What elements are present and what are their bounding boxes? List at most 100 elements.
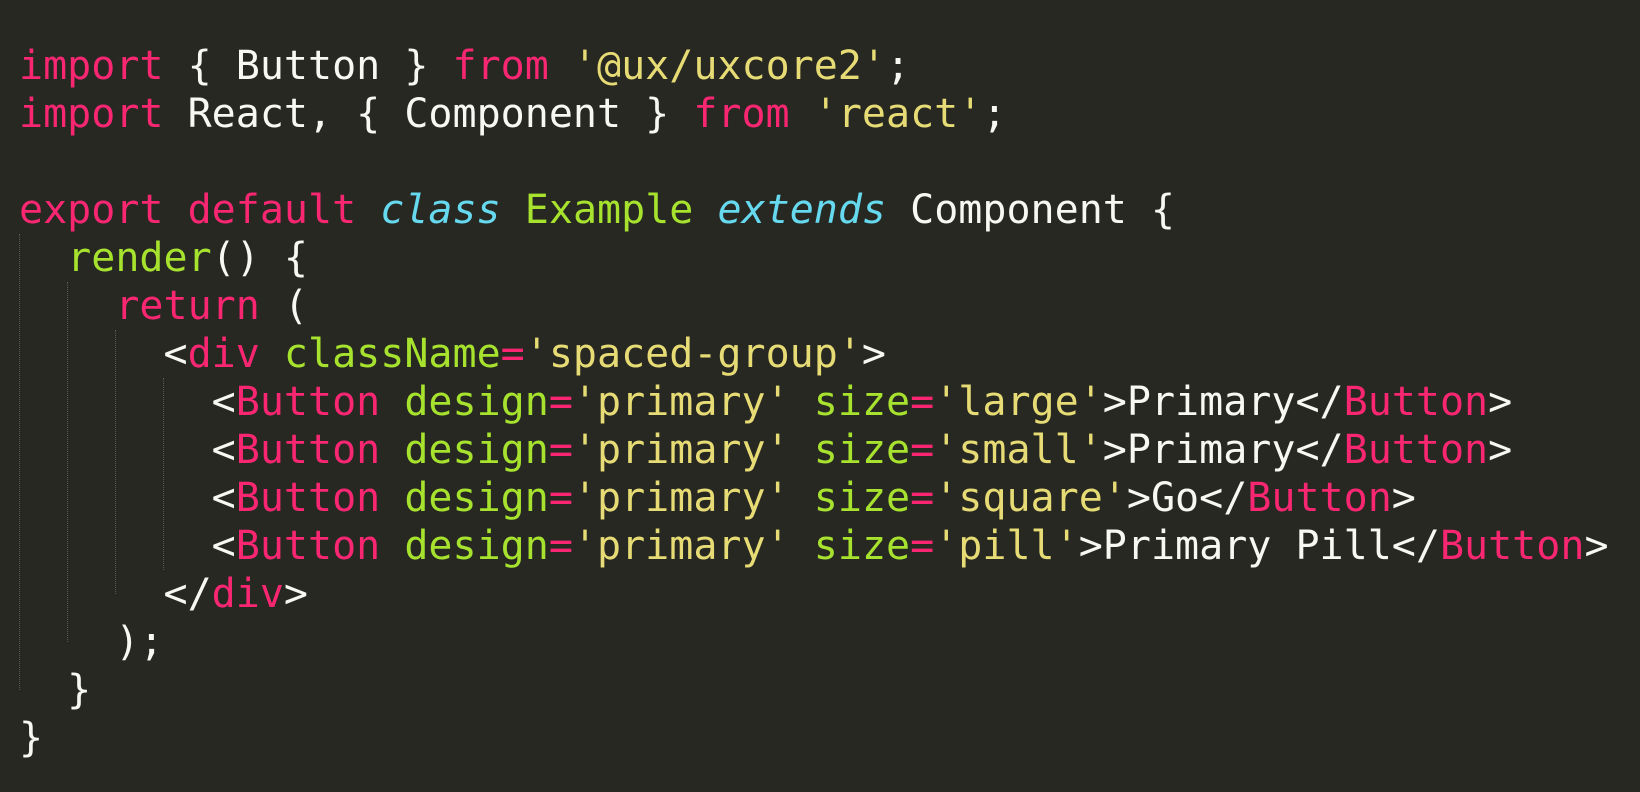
text-token: >Primary</ bbox=[1102, 379, 1344, 425]
indent-guide-level-2 bbox=[67, 282, 68, 642]
text-token: } bbox=[19, 715, 44, 761]
attribute-token: design bbox=[404, 523, 549, 569]
attribute-token: design bbox=[404, 475, 549, 521]
code-line[interactable]: render() { bbox=[19, 234, 1640, 282]
string-token: 'small' bbox=[934, 427, 1103, 473]
keyword-token: = bbox=[548, 475, 573, 521]
tag-name-token: Button bbox=[1343, 427, 1489, 473]
keyword-token: = bbox=[548, 523, 573, 569]
tag-name-token: Button bbox=[235, 523, 381, 569]
string-token: 'react' bbox=[813, 91, 983, 137]
text-token: < bbox=[19, 331, 188, 377]
attribute-token: design bbox=[404, 427, 549, 473]
code-line[interactable]: <Button design='primary' size='large'>Pr… bbox=[19, 378, 1640, 426]
text-token: >Primary Pill</ bbox=[1078, 523, 1440, 569]
code-line[interactable]: <Button design='primary' size='pill'>Pri… bbox=[19, 522, 1640, 570]
code-content[interactable]: import { Button } from '@ux/uxcore2'; imp… bbox=[19, 42, 1640, 762]
keyword-token: from bbox=[693, 91, 790, 137]
attribute-token: className bbox=[283, 331, 501, 377]
code-line[interactable]: <div className='spaced-group'> bbox=[19, 330, 1640, 378]
string-token: 'square' bbox=[934, 475, 1127, 521]
indent-guide-level-3 bbox=[115, 330, 116, 594]
code-line[interactable]: <Button design='primary' size='square'>G… bbox=[19, 474, 1640, 522]
attribute-token: size bbox=[813, 523, 911, 569]
indent-guide-level-1 bbox=[19, 234, 20, 690]
storage-token: extends bbox=[717, 187, 887, 233]
string-token: 'primary' bbox=[572, 523, 790, 569]
tag-name-token: Button bbox=[1247, 475, 1392, 521]
text-token: < bbox=[19, 475, 236, 521]
keyword-token: default bbox=[187, 187, 357, 233]
text-token: > bbox=[1391, 475, 1416, 521]
string-token: '@ux/uxcore2' bbox=[572, 43, 886, 89]
keyword-token: = bbox=[910, 475, 935, 521]
text-token: { Button } bbox=[163, 43, 453, 89]
text-token: () { bbox=[211, 235, 308, 281]
code-line[interactable]: export default class Example extends Com… bbox=[19, 186, 1640, 234]
string-token: 'spaced-group' bbox=[524, 331, 862, 377]
tag-name-token: Button bbox=[235, 379, 381, 425]
attribute-token: size bbox=[813, 379, 911, 425]
code-line[interactable]: </div> bbox=[19, 570, 1640, 618]
text-token: < bbox=[19, 427, 236, 473]
text-token: } bbox=[19, 667, 92, 713]
string-token: 'pill' bbox=[934, 523, 1079, 569]
text-token: >Go</ bbox=[1126, 475, 1248, 521]
keyword-token: = bbox=[548, 379, 573, 425]
keyword-token: export bbox=[19, 187, 164, 233]
code-line[interactable]: import { Button } from '@ux/uxcore2'; bbox=[19, 42, 1640, 90]
code-editor[interactable]: import { Button } from '@ux/uxcore2'; imp… bbox=[0, 0, 1640, 792]
keyword-token: return bbox=[115, 283, 260, 329]
attribute-token: size bbox=[813, 475, 911, 521]
keyword-token: = bbox=[910, 427, 935, 473]
keyword-token: import bbox=[19, 91, 164, 137]
indent-guide-level-4 bbox=[163, 378, 164, 570]
code-line[interactable] bbox=[19, 138, 1640, 186]
tag-name-token: Button bbox=[235, 475, 381, 521]
storage-token: class bbox=[380, 187, 501, 233]
code-line[interactable]: ); bbox=[19, 618, 1640, 666]
keyword-token: = bbox=[910, 379, 935, 425]
code-line[interactable]: import React, { Component } from 'react'… bbox=[19, 90, 1640, 138]
function-name-token: render bbox=[67, 235, 212, 281]
text-token: > bbox=[283, 571, 308, 617]
tag-name-token: div bbox=[211, 571, 284, 617]
attribute-token: design bbox=[404, 379, 549, 425]
keyword-token: from bbox=[452, 43, 549, 89]
text-token: >Primary</ bbox=[1102, 427, 1344, 473]
code-line[interactable]: return ( bbox=[19, 282, 1640, 330]
text-token: < bbox=[19, 523, 236, 569]
text-token: ; bbox=[982, 91, 1007, 137]
code-line[interactable]: <Button design='primary' size='small'>Pr… bbox=[19, 426, 1640, 474]
tag-name-token: Button bbox=[235, 427, 381, 473]
code-line[interactable]: } bbox=[19, 714, 1640, 762]
string-token: 'primary' bbox=[572, 475, 790, 521]
string-token: 'primary' bbox=[572, 379, 790, 425]
keyword-token: import bbox=[19, 43, 164, 89]
text-token: Component { bbox=[886, 187, 1176, 233]
class-name-token: Example bbox=[524, 187, 694, 233]
keyword-token: = bbox=[500, 331, 525, 377]
tag-name-token: div bbox=[187, 331, 260, 377]
text-token: ; bbox=[885, 43, 911, 89]
string-token: 'primary' bbox=[572, 427, 790, 473]
code-line[interactable]: } bbox=[19, 666, 1640, 714]
attribute-token: size bbox=[813, 427, 911, 473]
text-token: > bbox=[861, 331, 887, 377]
text-token: < bbox=[19, 379, 236, 425]
